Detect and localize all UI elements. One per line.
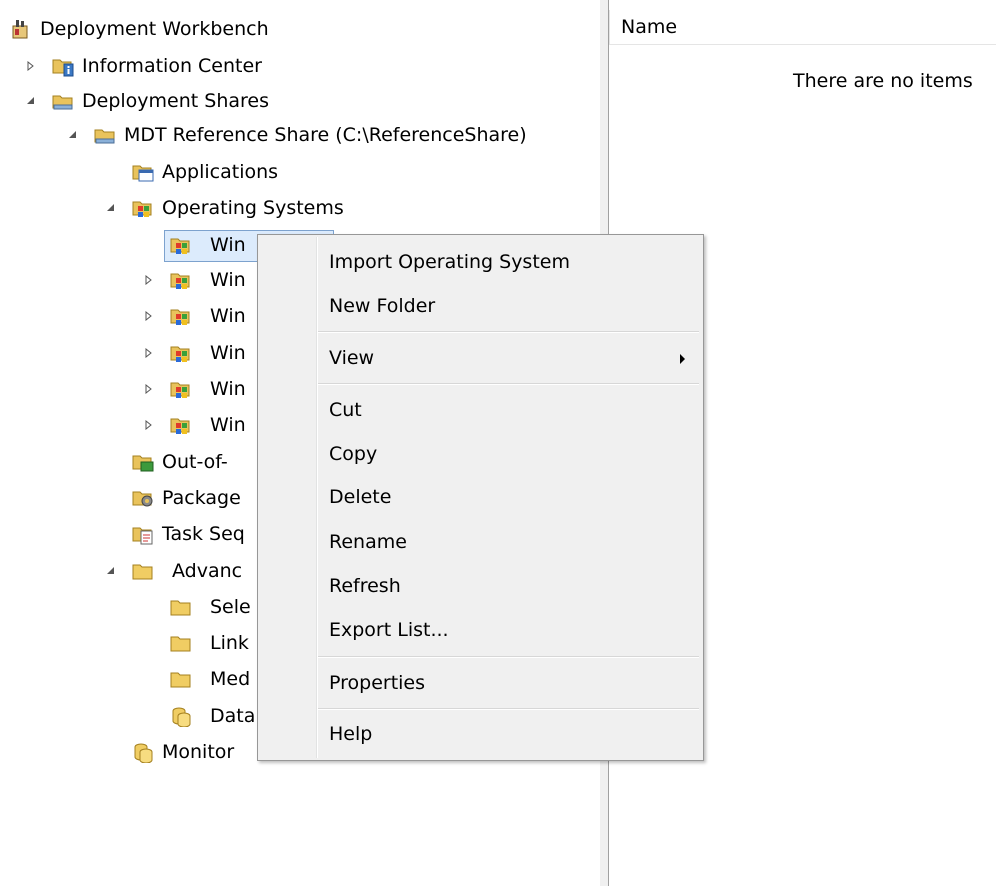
expand-arrow-icon[interactable] [26,49,36,83]
menu-item-copy[interactable]: Copy [329,436,377,472]
drivers-folder-icon [132,455,154,472]
tree-label: Win [210,378,246,400]
menu-item-view[interactable]: View [329,340,374,376]
menu-item-delete[interactable]: Delete [329,479,391,515]
list-header: Name [609,10,996,45]
submenu-arrow-icon [680,354,685,364]
tree-label: Win [210,234,246,256]
tree-label: Deployment Shares [82,90,269,112]
menu-item-help[interactable]: Help [329,716,372,752]
tree-label: Win [210,305,246,327]
shares-folder-icon [52,95,73,110]
tree-label: Package [162,487,241,509]
folder-icon [170,600,191,616]
menu-item-import-operating-system[interactable]: Import Operating System [329,244,570,280]
menu-separator [318,656,699,658]
tree-label: MDT Reference Share (C:\ReferenceShare) [124,124,527,146]
collapse-arrow-icon[interactable] [68,118,78,152]
task-sequences-icon [132,527,153,545]
tree-label: Monitor [162,741,235,763]
collapse-arrow-icon[interactable] [106,554,116,588]
tree-label: Information Center [82,55,262,77]
collapse-arrow-icon[interactable] [26,84,36,118]
tree-label: Win [210,342,246,364]
expand-arrow-icon[interactable] [144,408,154,442]
menu-icon-gutter [316,237,318,758]
menu-separator [318,331,699,333]
database-icon [172,707,191,727]
tree-label: Data [210,705,256,727]
folder-icon [132,564,153,580]
os-folder-icon [170,346,190,362]
tree-label: Out-of- [162,451,228,473]
tree-label: Operating Systems [162,197,344,219]
os-folder-icon [132,201,152,217]
menu-separator [318,708,699,710]
tree-label: Advanc [172,560,243,582]
menu-separator [318,383,699,385]
tree-label: Med [210,668,251,690]
os-folder-icon [170,309,190,325]
monitoring-icon [134,743,153,763]
expand-arrow-icon[interactable] [144,263,154,297]
os-folder-icon [170,273,190,289]
menu-item-new-folder[interactable]: New Folder [329,288,435,324]
tree-label: Applications [162,161,279,183]
collapse-arrow-icon[interactable] [106,191,116,225]
os-folder-icon [170,418,190,434]
expand-arrow-icon[interactable] [144,372,154,406]
menu-item-export-list[interactable]: Export List... [329,612,449,648]
expand-arrow-icon[interactable] [144,336,154,370]
folder-icon [170,672,191,688]
context-menu[interactable]: Import Operating System New Folder View … [257,234,704,761]
menu-item-rename[interactable]: Rename [329,524,407,560]
share-folder-icon [94,129,115,144]
folder-info-icon [52,59,74,77]
column-header-name[interactable]: Name [621,10,677,44]
os-folder-icon [170,382,190,398]
expand-arrow-icon[interactable] [144,299,154,333]
tree-label: Win [210,414,246,436]
tree-label: Link [210,632,249,654]
column-separator [609,10,610,44]
menu-item-properties[interactable]: Properties [329,665,425,701]
folder-icon [170,636,191,652]
empty-list-message: There are no items [793,70,973,92]
workbench-icon [12,20,28,39]
menu-item-refresh[interactable]: Refresh [329,568,401,604]
tree-label: Task Seq [162,523,245,545]
packages-folder-icon [132,491,153,507]
tree-label: Win [210,269,246,291]
applications-icon [132,165,154,182]
tree-label: Deployment Workbench [40,18,269,40]
menu-item-cut[interactable]: Cut [329,392,362,428]
tree-label: Sele [210,596,251,618]
os-folder-icon [170,238,190,254]
